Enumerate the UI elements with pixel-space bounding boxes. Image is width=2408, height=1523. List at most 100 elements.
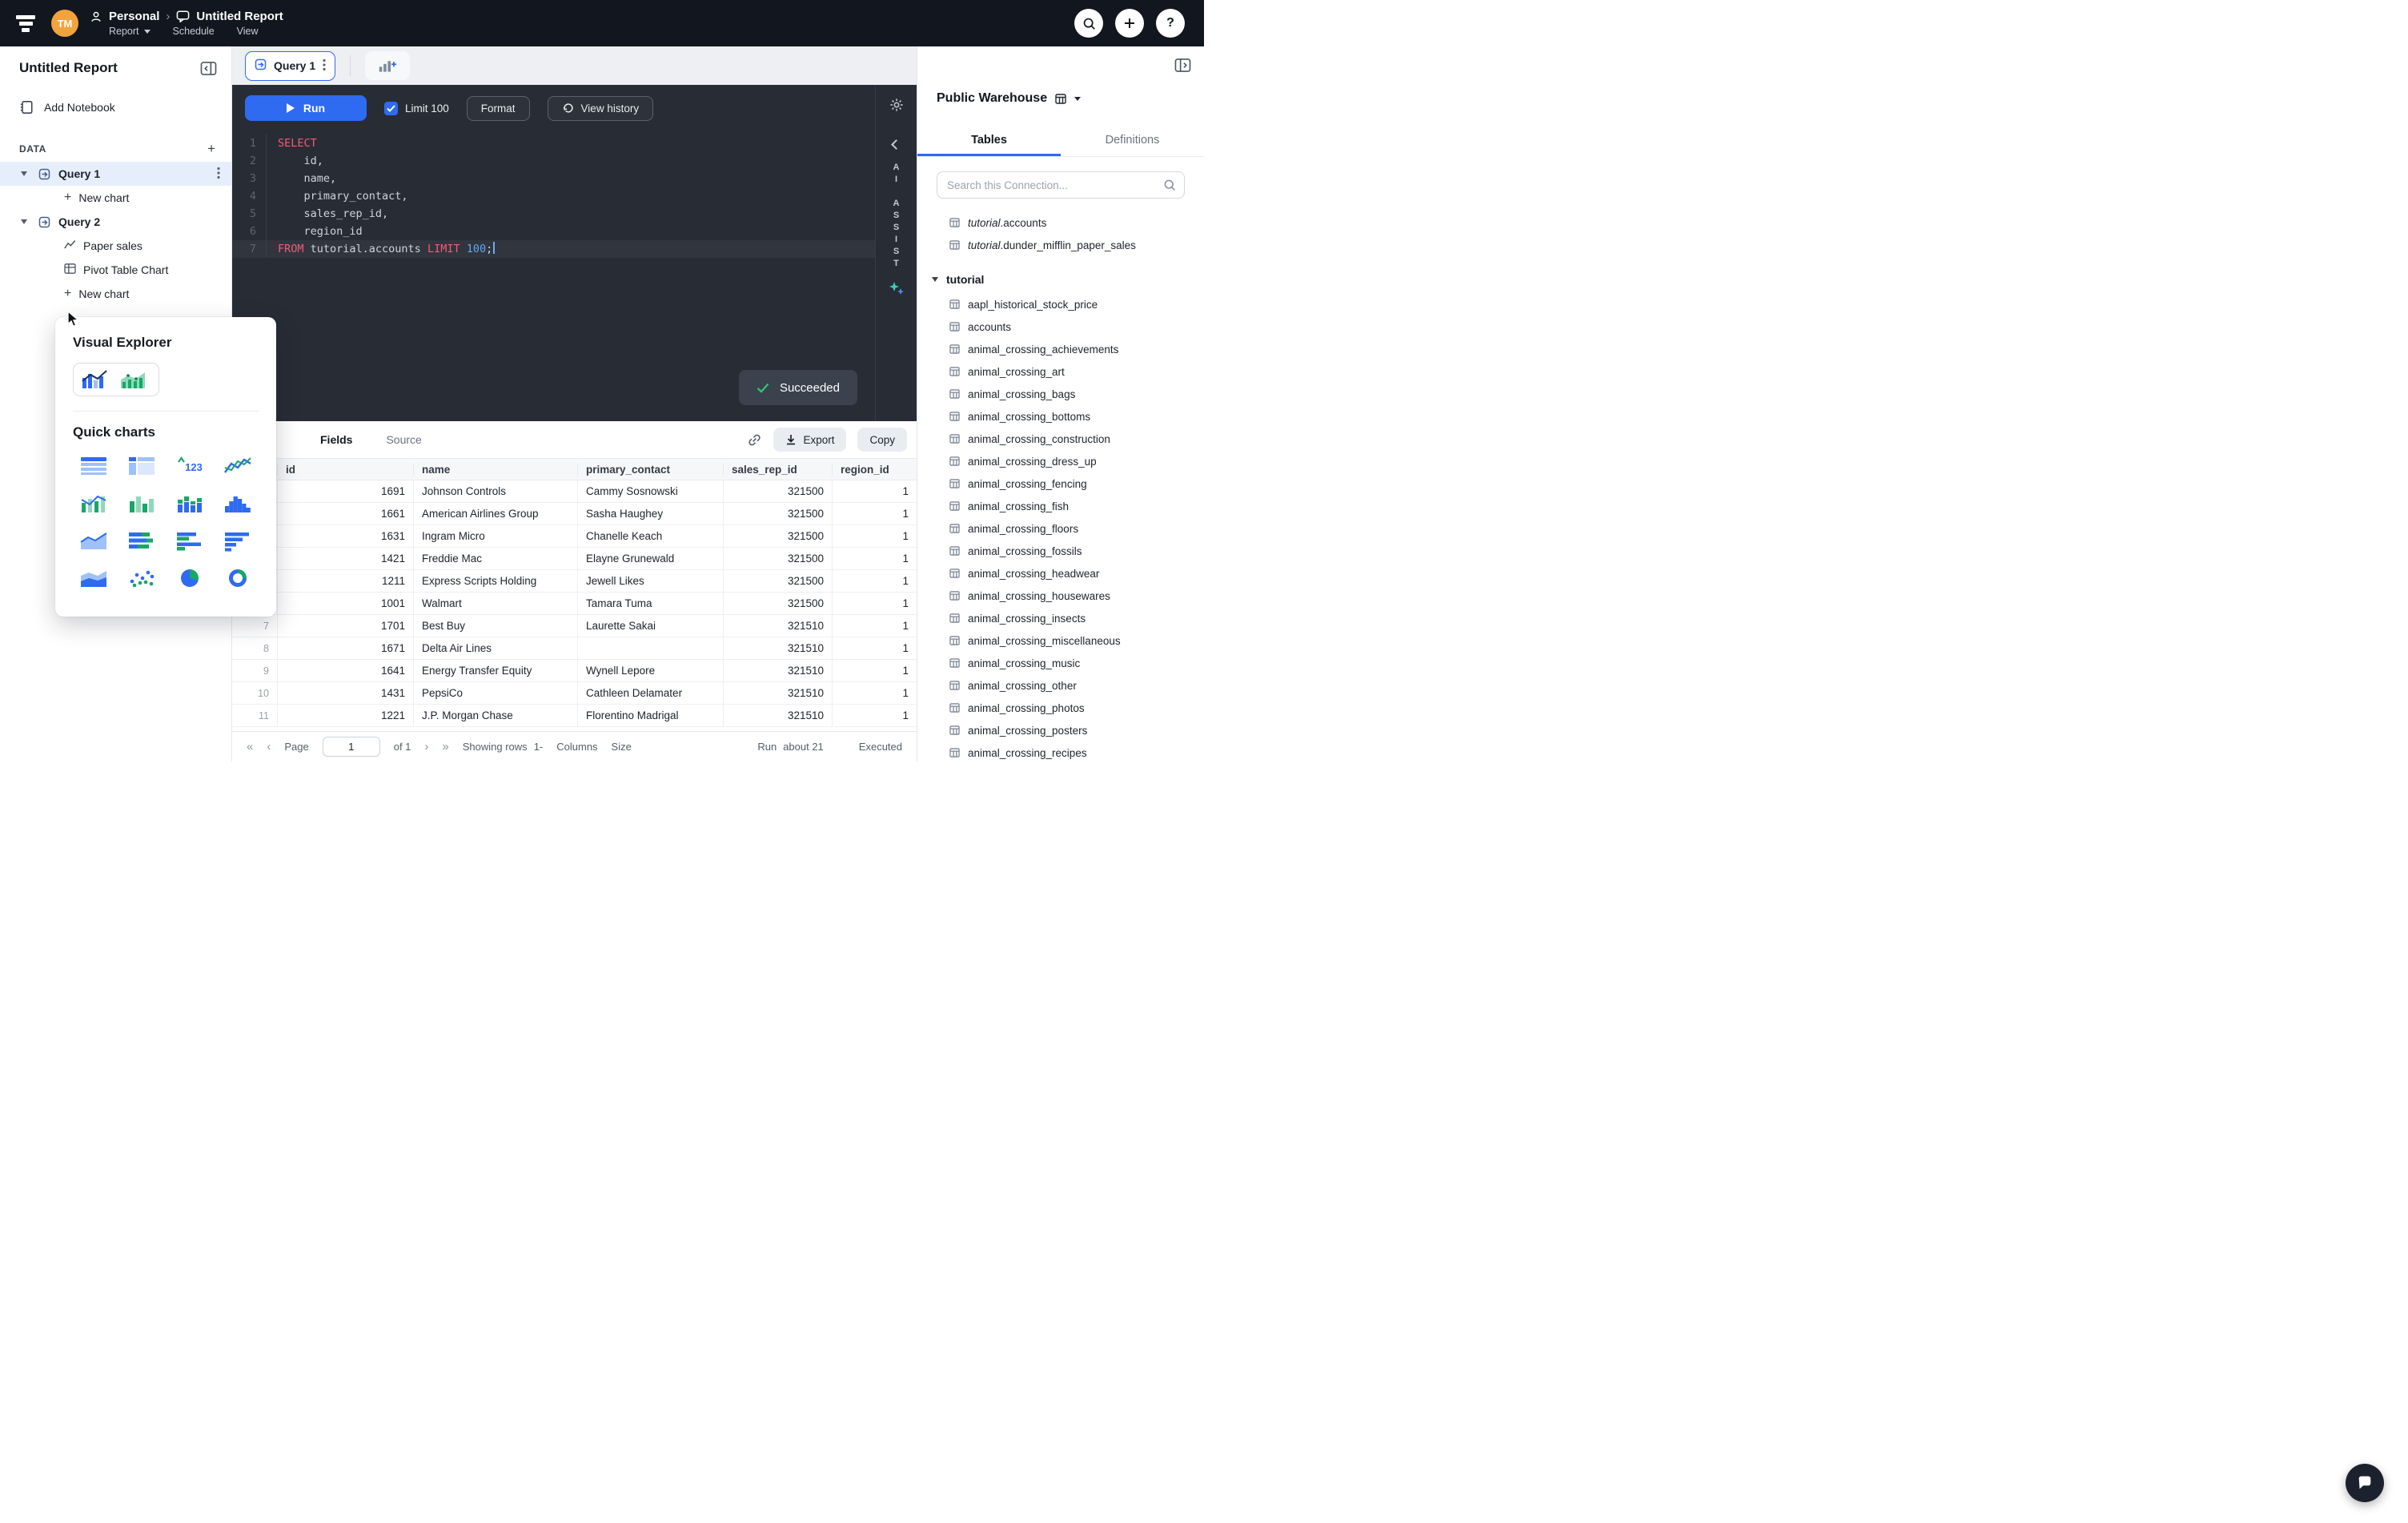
table-item[interactable]: animal_crossing_other [917, 674, 1204, 697]
table-row[interactable]: 7 1701 Best Buy Laurette Sakai 321510 1 [232, 615, 917, 637]
ai-assist-panel[interactable]: AI ASSIST [875, 85, 917, 421]
next-page-icon[interactable]: › [424, 740, 428, 753]
scatter-plot-button[interactable] [121, 565, 163, 591]
cell-primary-contact[interactable]: Cathleen Delamater [577, 682, 723, 704]
cell-id[interactable]: 1001 [277, 593, 413, 614]
cell-sales-rep-id[interactable]: 321500 [723, 525, 832, 547]
cell-name[interactable]: Delta Air Lines [413, 637, 577, 659]
cell-primary-contact[interactable]: Jewell Likes [577, 570, 723, 592]
cell-primary-contact[interactable]: Wynell Lepore [577, 660, 723, 681]
table-row[interactable]: 9 1641 Energy Transfer Equity Wynell Lep… [232, 660, 917, 682]
cell-name[interactable]: Ingram Micro [413, 525, 577, 547]
cell-primary-contact[interactable]: Sasha Haughey [577, 503, 723, 524]
cell-primary-contact[interactable]: Chanelle Keach [577, 525, 723, 547]
format-button[interactable]: Format [466, 95, 530, 121]
code-line[interactable]: 1 SELECT [232, 135, 875, 152]
table-row[interactable]: 8 1671 Delta Air Lines 321510 1 [232, 637, 917, 660]
table-item[interactable]: animal_crossing_construction [917, 428, 1204, 450]
cell-sales-rep-id[interactable]: 321500 [723, 570, 832, 592]
table-item[interactable]: animal_crossing_floors [917, 517, 1204, 540]
tab-query1[interactable]: Query 1 [245, 50, 336, 81]
kebab-menu-icon[interactable] [217, 167, 220, 182]
sidebar-item-paper-sales[interactable]: Paper sales [0, 234, 231, 258]
stacked-area-button[interactable] [73, 565, 114, 591]
help-button[interactable]: ? [1156, 9, 1185, 38]
code-line[interactable]: 7 FROM tutorial.accounts LIMIT 100; [232, 240, 875, 258]
cell-name[interactable]: Freddie Mac [413, 548, 577, 569]
table-item[interactable]: animal_crossing_posters [917, 719, 1204, 741]
tab-source[interactable]: Source [386, 433, 421, 446]
cell-sales-rep-id[interactable]: 321510 [723, 637, 832, 659]
code-line[interactable]: 5 sales_rep_id, [232, 205, 875, 223]
table-item[interactable]: animal_crossing_miscellaneous [917, 629, 1204, 652]
cell-primary-contact[interactable]: Laurette Sakai [577, 615, 723, 637]
stacked-column-button[interactable] [169, 490, 211, 516]
cell-region-id[interactable]: 1 [832, 637, 917, 659]
big-number-button[interactable]: 123 [169, 452, 211, 478]
cell-primary-contact[interactable]: Elayne Grunewald [577, 548, 723, 569]
run-button[interactable]: Run [245, 95, 367, 121]
first-page-icon[interactable]: « [247, 740, 253, 753]
cell-name[interactable]: Express Scripts Holding [413, 570, 577, 592]
avatar[interactable]: TM [51, 10, 78, 37]
table-item[interactable]: animal_crossing_fencing [917, 472, 1204, 495]
bar-chart-button[interactable] [217, 528, 259, 553]
search-button[interactable] [1074, 9, 1103, 38]
collapse-ai-panel-icon[interactable] [891, 139, 901, 150]
connection-selector[interactable]: Public Warehouse [937, 91, 1185, 106]
donut-chart-button[interactable] [217, 565, 259, 591]
cell-name[interactable]: J.P. Morgan Chase [413, 705, 577, 726]
tab-tables[interactable]: Tables [917, 125, 1061, 156]
cell-region-id[interactable]: 1 [832, 705, 917, 726]
cell-name[interactable]: Johnson Controls [413, 480, 577, 502]
collapse-sidebar-icon[interactable] [200, 61, 217, 76]
columns-label[interactable]: Columns [556, 741, 597, 753]
menu-report[interactable]: Report [109, 26, 150, 37]
area-chart-button[interactable] [73, 528, 114, 553]
cell-name[interactable]: American Airlines Group [413, 503, 577, 524]
table-row[interactable]: 2 1661 American Airlines Group Sasha Hau… [232, 503, 917, 525]
table-item[interactable]: animal_crossing_fossils [917, 540, 1204, 562]
cell-region-id[interactable]: 1 [832, 682, 917, 704]
add-data-button[interactable]: + [207, 142, 215, 155]
histogram-button[interactable] [217, 490, 259, 516]
cell-sales-rep-id[interactable]: 321510 [723, 705, 832, 726]
table-item[interactable]: animal_crossing_achievements [917, 338, 1204, 360]
cell-name[interactable]: Walmart [413, 593, 577, 614]
table-item[interactable]: animal_crossing_photos [917, 697, 1204, 719]
cell-primary-contact[interactable]: Cammy Sosnowski [577, 480, 723, 502]
table-item[interactable]: animal_crossing_fish [917, 495, 1204, 517]
table-row[interactable]: 10 1431 PepsiCo Cathleen Delamater 32151… [232, 682, 917, 705]
cell-sales-rep-id[interactable]: 321500 [723, 593, 832, 614]
cell-region-id[interactable]: 1 [832, 660, 917, 681]
cell-sales-rep-id[interactable]: 321510 [723, 660, 832, 681]
sidebar-item-query2[interactable]: Query 2 [0, 210, 231, 234]
cell-id[interactable]: 1421 [277, 548, 413, 569]
cell-region-id[interactable]: 1 [832, 480, 917, 502]
new-chart-tab-button[interactable] [365, 51, 411, 80]
cell-sales-rep-id[interactable]: 321500 [723, 480, 832, 502]
code-line[interactable]: 2 id, [232, 152, 875, 170]
table-button[interactable] [73, 452, 114, 478]
table-row[interactable]: 6 1001 Walmart Tamara Tuma 321500 1 [232, 593, 917, 615]
code-line[interactable]: 6 region_id [232, 223, 875, 240]
column-header-sales-rep-id[interactable]: sales_rep_id [723, 463, 832, 476]
cell-id[interactable]: 1641 [277, 660, 413, 681]
pivot-table-button[interactable] [121, 452, 163, 478]
combo-chart-button[interactable] [73, 490, 114, 516]
copy-button[interactable]: Copy [857, 428, 907, 452]
cell-id[interactable]: 1661 [277, 503, 413, 524]
cell-sales-rep-id[interactable]: 321510 [723, 615, 832, 637]
workspace-name[interactable]: Personal [109, 10, 159, 23]
add-button[interactable] [1115, 9, 1144, 38]
last-page-icon[interactable]: » [442, 740, 448, 753]
grouped-bar-button[interactable] [169, 528, 211, 553]
cell-primary-contact[interactable]: Florentino Madrigal [577, 705, 723, 726]
menu-view[interactable]: View [237, 26, 259, 37]
chevron-down-icon[interactable] [21, 219, 27, 224]
cell-region-id[interactable]: 1 [832, 570, 917, 592]
prev-page-icon[interactable]: ‹ [267, 740, 271, 753]
cell-name[interactable]: PepsiCo [413, 682, 577, 704]
size-label[interactable]: Size [612, 741, 632, 753]
connection-search-input[interactable] [937, 171, 1185, 199]
